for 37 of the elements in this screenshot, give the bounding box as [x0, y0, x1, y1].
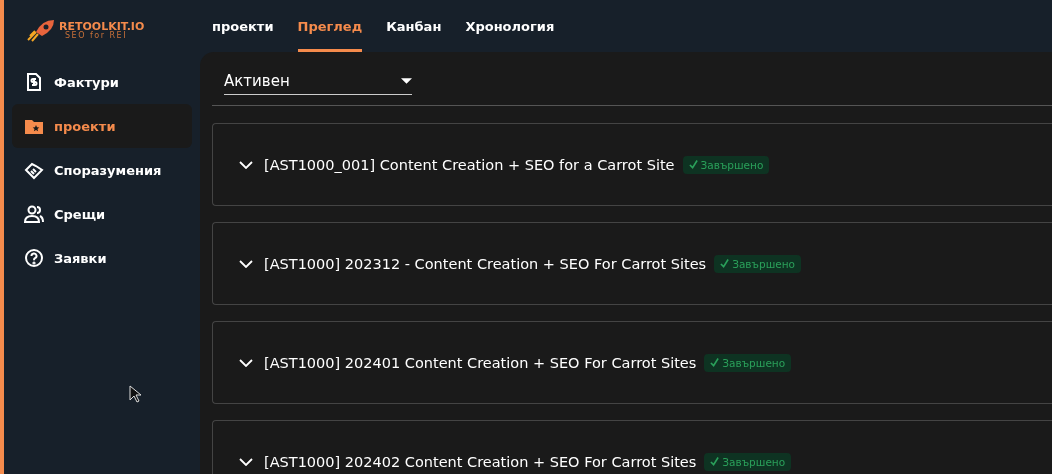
document-icon	[24, 72, 44, 92]
checkmark-icon	[710, 457, 720, 466]
project-title: [AST1000] 202312 - Content Creation + SEO For Carrot Sites	[264, 255, 707, 272]
dropdown-caret-icon	[401, 78, 412, 84]
status-badge: Завършено	[714, 254, 801, 273]
logo-text: RETOOLKIT.IO	[59, 20, 145, 32]
status-dropdown[interactable]: Активен	[224, 70, 412, 95]
mouse-cursor-icon	[129, 385, 141, 403]
project-card[interactable]: [AST1000] 202402 Content Creation + SEO For Carrot Sites Завършено	[212, 420, 1052, 474]
checkmark-icon	[720, 259, 730, 268]
project-title: [AST1000] 202402 Content Creation + SEO For Carrot Sites	[264, 453, 697, 470]
status-badge: Завършено	[704, 353, 792, 372]
chevron-icon[interactable]	[239, 259, 253, 268]
tab[interactable]: Хронология	[465, 0, 555, 52]
status-badge: Завършено	[704, 452, 792, 471]
help-icon	[24, 248, 44, 268]
project-card[interactable]: [AST1000] 202312 - Content Creation + SEO For Carrot Sites Завършено	[212, 222, 1052, 305]
people-icon	[24, 204, 44, 224]
checkmark-icon	[710, 358, 720, 367]
chevron-icon[interactable]	[239, 160, 253, 169]
sidebar-item[interactable]: Срещи	[12, 192, 192, 236]
tab[interactable]: Канбан	[386, 0, 442, 52]
chevron-icon[interactable]	[239, 457, 253, 466]
checkmark-icon	[688, 160, 698, 169]
logo-tagline: SEO for REI	[64, 31, 128, 40]
sidebar-item[interactable]: Фактури	[12, 60, 192, 104]
sidebar-item[interactable]: Споразумения	[12, 148, 192, 192]
tab[interactable]: проекти	[212, 0, 274, 52]
project-card[interactable]: [AST1000] 202401 Content Creation + SEO For Carrot Sites Завършено	[212, 321, 1052, 404]
status-badge: Завършено	[682, 155, 770, 174]
sidebar-item[interactable]: Заявки	[12, 236, 192, 280]
rocket-icon	[26, 18, 56, 42]
sidebar-item[interactable]: проекти	[12, 104, 192, 148]
project-card[interactable]: [AST1000_001] Content Creation + SEO for a Carrot Site Завършено	[212, 123, 1052, 206]
project-title: [AST1000_001] Content Creation + SEO for a Carrot Site	[264, 156, 675, 173]
chevron-icon[interactable]	[239, 358, 253, 367]
project-title: [AST1000] 202401 Content Creation + SEO For Carrot Sites	[264, 354, 697, 371]
